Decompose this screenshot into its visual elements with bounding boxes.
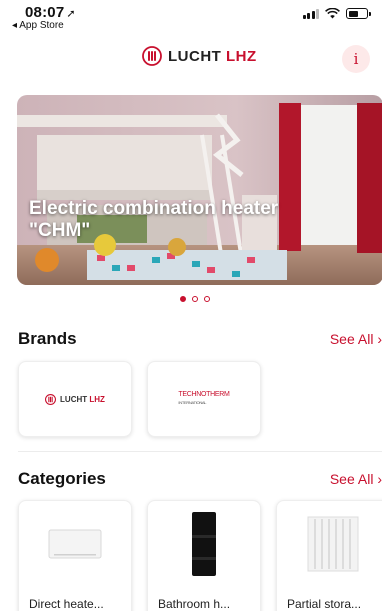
info-button[interactable]: i	[342, 45, 370, 73]
storage-heater-icon	[277, 501, 382, 587]
logo-text: LUCHT LHZ	[168, 47, 257, 65]
lucht-logo: LUCHT LHZ	[142, 46, 257, 66]
carousel-dot-1[interactable]	[180, 296, 186, 302]
banner-carousel[interactable]: Electric combination heater "CHM"	[17, 95, 382, 285]
category-card-bathroom-heaters[interactable]: Bathroom h...	[147, 500, 261, 611]
carousel-dot-3[interactable]	[204, 296, 210, 302]
status-icons	[302, 8, 371, 19]
battery-icon	[346, 8, 371, 19]
categories-see-all-link[interactable]: See All ›	[330, 471, 382, 487]
brand-logo-technotherm: TECHNOTHERM INTERNATIONAL	[178, 391, 230, 405]
brands-see-all-link[interactable]: See All ›	[330, 331, 382, 347]
panel-heater-icon	[19, 501, 131, 587]
brands-title: Brands	[18, 329, 77, 348]
carousel-page-indicator	[180, 296, 210, 302]
lucht-logo-mark-icon	[142, 46, 162, 66]
location-arrow-icon: ➚	[66, 8, 76, 20]
status-bar: 08:07 ➚ ◂ App Store	[0, 0, 382, 34]
category-card-partial-storage[interactable]: Partial stora...	[276, 500, 382, 611]
brand-card-technotherm[interactable]: TECHNOTHERM INTERNATIONAL	[147, 361, 261, 437]
category-label: Bathroom h...	[158, 597, 231, 611]
brand-card-lucht[interactable]: LUCHT LHZ	[18, 361, 132, 437]
carousel-dot-2[interactable]	[192, 296, 198, 302]
wifi-icon	[325, 8, 340, 19]
category-label: Partial stora...	[287, 597, 362, 611]
status-time: 08:07 ➚	[25, 4, 76, 21]
lucht-brand-mark-icon	[45, 393, 57, 405]
categories-title: Categories	[18, 469, 106, 488]
app-header: LUCHT LHZ i	[0, 40, 382, 80]
signal-icon	[302, 8, 319, 19]
section-divider	[18, 451, 382, 452]
clock-text: 08:07	[25, 4, 65, 21]
towel-heater-icon	[148, 501, 260, 587]
category-label: Direct heate...	[29, 597, 104, 611]
brand-logo-lucht: LUCHT LHZ	[19, 362, 131, 436]
banner-caption: Electric combination heater "CHM"	[29, 198, 279, 241]
back-to-app-store[interactable]: ◂ App Store	[12, 20, 64, 31]
banner-image	[17, 95, 382, 285]
category-card-direct-heaters[interactable]: Direct heate...	[18, 500, 132, 611]
